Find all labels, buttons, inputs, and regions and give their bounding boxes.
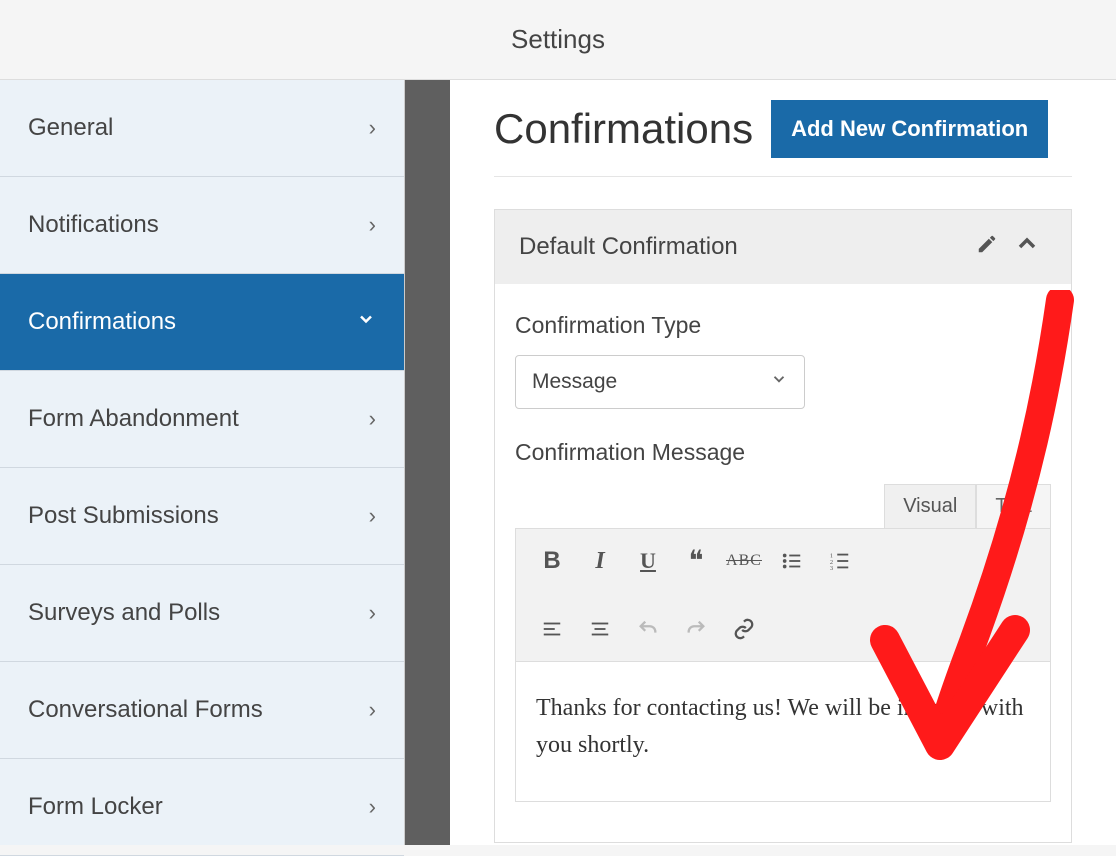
sidebar-item-label: Conversational Forms [28, 696, 263, 724]
redo-button[interactable] [674, 609, 718, 649]
numbered-list-button[interactable]: 123 [818, 541, 862, 581]
tab-visual[interactable]: Visual [884, 484, 976, 528]
svg-text:3: 3 [830, 565, 833, 572]
editor-text: Thanks for contacting us! We will be in … [536, 695, 1024, 758]
select-value: Message [532, 370, 617, 394]
editor-tabs: Visual Text [515, 484, 1051, 528]
confirmation-panel-body: Confirmation Type Message Confirmation M… [495, 284, 1071, 842]
underline-button[interactable]: U [626, 541, 670, 581]
confirmation-message-label: Confirmation Message [515, 439, 1051, 466]
body-layout: General › Notifications › Confirmations … [0, 80, 1116, 845]
page-title-row: Confirmations Add New Confirmation [494, 100, 1072, 177]
editor-textarea[interactable]: Thanks for contacting us! We will be in … [515, 662, 1051, 802]
chevron-right-icon: › [369, 503, 376, 529]
panel-title: Default Confirmation [519, 233, 738, 261]
panel-divider [405, 80, 450, 845]
sidebar-item-label: Post Submissions [28, 502, 219, 530]
strikethrough-button[interactable]: ABC [722, 541, 766, 581]
chevron-down-icon [356, 309, 376, 335]
confirmation-type-select[interactable]: Message [515, 355, 805, 409]
sidebar-item-label: Surveys and Polls [28, 599, 220, 627]
sidebar-item-label: Notifications [28, 211, 159, 239]
settings-header: Settings [0, 0, 1116, 80]
blockquote-button[interactable]: ❝ [674, 541, 718, 581]
sidebar-item-label: Form Abandonment [28, 405, 239, 433]
sidebar-item-label: Confirmations [28, 308, 176, 336]
confirmation-type-label: Confirmation Type [515, 312, 1051, 339]
sidebar-item-post-submissions[interactable]: Post Submissions › [0, 468, 404, 565]
chevron-right-icon: › [369, 794, 376, 820]
chevron-right-icon: › [369, 212, 376, 238]
collapse-icon[interactable] [1007, 232, 1047, 263]
settings-sidebar: General › Notifications › Confirmations … [0, 80, 405, 845]
confirmation-panel: Default Confirmation Confirmation Type M… [494, 209, 1072, 843]
sidebar-item-surveys-polls[interactable]: Surveys and Polls › [0, 565, 404, 662]
undo-button[interactable] [626, 609, 670, 649]
chevron-right-icon: › [369, 600, 376, 626]
rich-text-editor: Visual Text B I U ❝ ABC 123 [515, 484, 1051, 802]
sidebar-item-label: General [28, 114, 113, 142]
bold-button[interactable]: B [530, 541, 574, 581]
chevron-right-icon: › [369, 115, 376, 141]
link-button[interactable] [722, 609, 766, 649]
align-left-button[interactable] [530, 609, 574, 649]
chevron-right-icon: › [369, 697, 376, 723]
sidebar-item-conversational-forms[interactable]: Conversational Forms › [0, 662, 404, 759]
chevron-right-icon: › [369, 406, 376, 432]
tab-text[interactable]: Text [976, 484, 1051, 528]
page-title: Confirmations [494, 105, 753, 153]
page-header-title: Settings [511, 24, 605, 55]
sidebar-item-notifications[interactable]: Notifications › [0, 177, 404, 274]
align-center-button[interactable] [578, 609, 622, 649]
sidebar-item-general[interactable]: General › [0, 80, 404, 177]
editor-toolbar: B I U ❝ ABC 123 [515, 528, 1051, 662]
main-content: Confirmations Add New Confirmation Defau… [450, 80, 1116, 845]
edit-icon[interactable] [967, 233, 1007, 262]
confirmation-panel-header[interactable]: Default Confirmation [495, 210, 1071, 284]
chevron-down-icon [770, 370, 788, 394]
sidebar-item-confirmations[interactable]: Confirmations [0, 274, 404, 371]
add-new-confirmation-button[interactable]: Add New Confirmation [771, 100, 1048, 158]
sidebar-item-form-locker[interactable]: Form Locker › [0, 759, 404, 856]
sidebar-item-form-abandonment[interactable]: Form Abandonment › [0, 371, 404, 468]
bullet-list-button[interactable] [770, 541, 814, 581]
italic-button[interactable]: I [578, 541, 622, 581]
sidebar-item-label: Form Locker [28, 793, 163, 821]
